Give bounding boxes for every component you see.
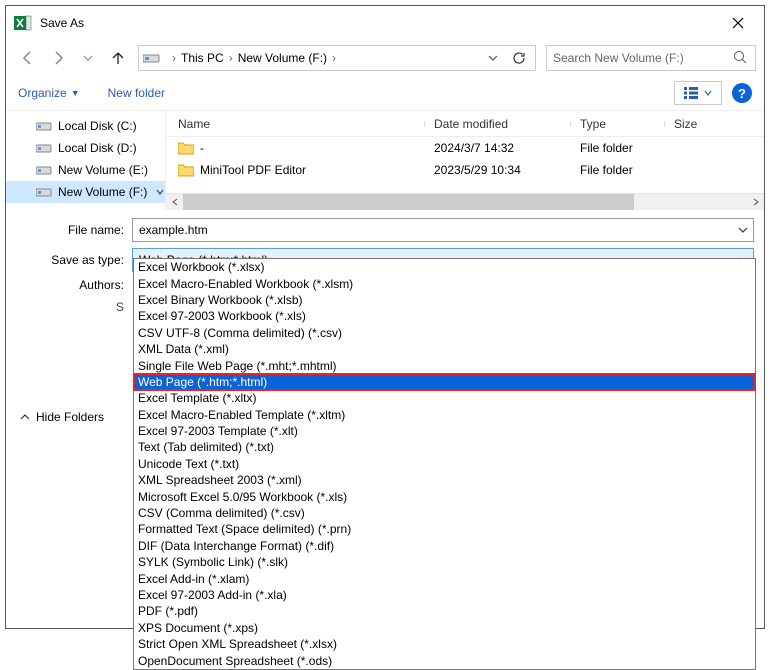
hide-folders-button[interactable]: Hide Folders	[20, 410, 104, 424]
savetype-option[interactable]: CSV UTF-8 (Comma delimited) (*.csv)	[134, 325, 755, 341]
savetype-option[interactable]: Excel 97-2003 Template (*.xlt)	[134, 423, 755, 439]
list-view-icon	[684, 87, 698, 99]
savetype-option[interactable]: Text (Tab delimited) (*.txt)	[134, 439, 755, 455]
s-label: S	[16, 298, 132, 314]
drive-icon	[36, 120, 52, 132]
savetype-option[interactable]: Excel 97-2003 Workbook (*.xls)	[134, 308, 755, 324]
list-row[interactable]: - 2024/3/7 14:32 File folder	[166, 137, 764, 159]
address-dropdown-icon[interactable]	[483, 46, 503, 70]
save-as-dialog: Save As › This PC› New Volume (F:)› Orga…	[5, 5, 765, 629]
back-button[interactable]	[14, 44, 42, 72]
savetype-option[interactable]: Excel Macro-Enabled Workbook (*.xlsm)	[134, 275, 755, 291]
savetype-option[interactable]: Excel 97-2003 Add-in (*.xla)	[134, 587, 755, 603]
tree-item-drive-e[interactable]: New Volume (E:)	[6, 159, 165, 181]
tree-item-drive-c[interactable]: Local Disk (C:)	[6, 115, 165, 137]
savetype-label: Save as type:	[16, 253, 132, 267]
window-title: Save As	[40, 16, 84, 30]
savetype-option[interactable]: Web Page (*.htm;*.html)	[134, 374, 755, 390]
breadcrumb-volume[interactable]: New Volume (F:)›	[238, 51, 341, 65]
savetype-option[interactable]: Strict Open XML Spreadsheet (*.xlsx)	[134, 636, 755, 652]
tree-item-drive-f[interactable]: New Volume (F:)	[6, 181, 165, 203]
scrollbar-thumb[interactable]	[183, 194, 634, 210]
recent-locations-button[interactable]	[74, 44, 102, 72]
savetype-dropdown-list[interactable]: Excel Workbook (*.xlsx)Excel Macro-Enabl…	[133, 258, 756, 670]
up-button[interactable]	[104, 44, 132, 72]
close-icon	[732, 17, 744, 29]
toolbar: Organize▼ New folder ?	[6, 76, 764, 110]
savetype-option[interactable]: DIF (Data Interchange Format) (*.dif)	[134, 538, 755, 554]
folder-icon	[178, 163, 194, 177]
tree-item-drive-d[interactable]: Local Disk (D:)	[6, 137, 165, 159]
nav-bar: › This PC› New Volume (F:)›	[6, 40, 764, 76]
savetype-option[interactable]: XPS Document (*.xps)	[134, 620, 755, 636]
savetype-option[interactable]: Excel Workbook (*.xlsx)	[134, 259, 755, 275]
drive-icon	[36, 164, 52, 176]
help-button[interactable]: ?	[732, 83, 752, 103]
search-icon	[733, 50, 749, 66]
filename-label: File name:	[16, 223, 132, 237]
savetype-option[interactable]: Excel Binary Workbook (*.xlsb)	[134, 292, 755, 308]
drive-icon	[143, 51, 161, 65]
scroll-left-icon[interactable]	[166, 194, 183, 211]
organize-button[interactable]: Organize▼	[18, 86, 80, 100]
savetype-option[interactable]: PDF (*.pdf)	[134, 603, 755, 619]
savetype-option[interactable]: Single File Web Page (*.mht;*.mhtml)	[134, 357, 755, 373]
authors-label: Authors:	[16, 278, 132, 292]
savetype-option[interactable]: XML Data (*.xml)	[134, 341, 755, 357]
new-folder-button[interactable]: New folder	[108, 86, 165, 100]
savetype-option[interactable]: SYLK (Symbolic Link) (*.slk)	[134, 554, 755, 570]
drive-icon	[36, 186, 52, 198]
column-date[interactable]: Date modified	[424, 117, 570, 131]
chevron-up-icon	[20, 412, 30, 422]
savetype-option[interactable]: XML Spreadsheet 2003 (*.xml)	[134, 472, 755, 488]
savetype-option[interactable]: Unicode Text (*.txt)	[134, 456, 755, 472]
column-name[interactable]: Name	[166, 117, 424, 131]
savetype-option[interactable]: CSV (Comma delimited) (*.csv)	[134, 505, 755, 521]
file-browser: Local Disk (C:) Local Disk (D:) New Volu…	[6, 110, 764, 210]
refresh-button[interactable]	[507, 46, 531, 70]
file-rows: - 2024/3/7 14:32 File folder MiniTool PD…	[166, 137, 764, 193]
filename-dropdown[interactable]	[733, 219, 753, 241]
search-input[interactable]	[553, 51, 733, 65]
savetype-option[interactable]: Excel Template (*.xltx)	[134, 390, 755, 406]
filename-input[interactable]	[139, 223, 747, 237]
file-list: Name Date modified Type Size - 2024/3/7 …	[166, 111, 764, 210]
forward-button[interactable]	[44, 44, 72, 72]
column-type[interactable]: Type	[570, 117, 664, 131]
address-bar[interactable]: › This PC› New Volume (F:)›	[138, 45, 536, 71]
drive-icon	[36, 142, 52, 154]
list-row[interactable]: MiniTool PDF Editor 2023/5/29 10:34 File…	[166, 159, 764, 181]
view-options-button[interactable]	[674, 81, 722, 105]
breadcrumb-this-pc[interactable]: This PC›	[181, 51, 238, 65]
filename-field[interactable]	[132, 218, 754, 242]
column-headers[interactable]: Name Date modified Type Size	[166, 111, 764, 137]
chevron-down-icon	[704, 89, 712, 97]
folder-icon	[178, 141, 194, 155]
nav-tree[interactable]: Local Disk (C:) Local Disk (D:) New Volu…	[6, 111, 166, 210]
excel-icon	[14, 14, 32, 32]
savetype-option[interactable]: OpenDocument Spreadsheet (*.ods)	[134, 652, 755, 668]
savetype-option[interactable]: Formatted Text (Space delimited) (*.prn)	[134, 521, 755, 537]
chevron-down-icon	[155, 187, 165, 197]
horizontal-scrollbar[interactable]	[166, 193, 764, 210]
savetype-option[interactable]: Microsoft Excel 5.0/95 Workbook (*.xls)	[134, 488, 755, 504]
search-box[interactable]	[546, 45, 756, 71]
savetype-option[interactable]: Excel Add-in (*.xlam)	[134, 570, 755, 586]
titlebar: Save As	[6, 6, 764, 40]
savetype-option[interactable]: Excel Macro-Enabled Template (*.xltm)	[134, 407, 755, 423]
column-size[interactable]: Size	[664, 117, 724, 131]
close-button[interactable]	[716, 8, 760, 38]
scroll-right-icon[interactable]	[747, 194, 764, 211]
